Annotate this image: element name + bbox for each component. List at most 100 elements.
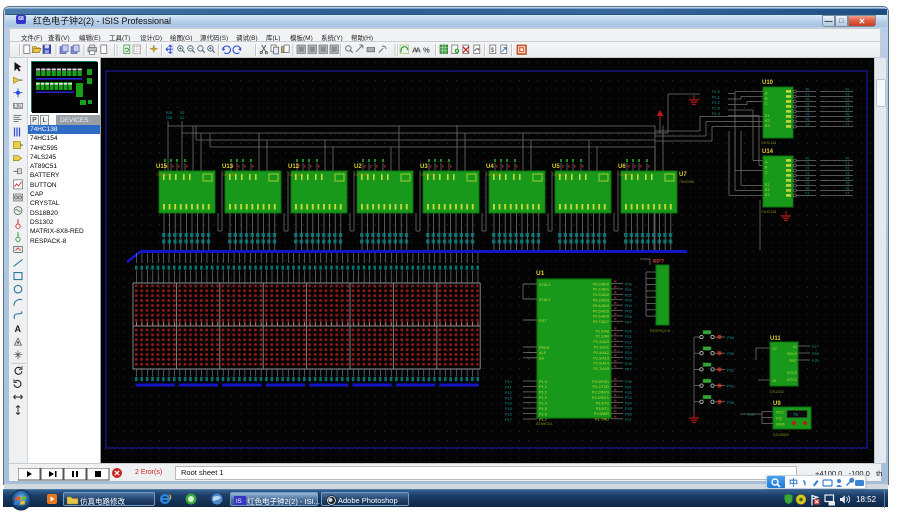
svg-text:DS1302: DS1302 — [770, 390, 784, 394]
svg-text:E2: E2 — [765, 188, 770, 192]
svg-text:P05: P05 — [625, 310, 632, 314]
svg-text:Y4: Y4 — [845, 177, 849, 181]
svg-text:P2.2/A10: P2.2/A10 — [593, 340, 609, 344]
svg-text:R2: R2 — [180, 111, 184, 115]
svg-text:P20: P20 — [625, 330, 632, 334]
svg-text:P2.5/A13: P2.5/A13 — [593, 356, 609, 360]
svg-text:P12: P12 — [505, 391, 512, 395]
svg-text:P1.1: P1.1 — [539, 385, 547, 389]
svg-text:P3.4/T0: P3.4/T0 — [596, 401, 609, 405]
svg-text:ALE: ALE — [539, 351, 547, 355]
svg-text:Y6: Y6 — [845, 187, 849, 191]
svg-text:U12: U12 — [288, 164, 300, 170]
svg-text:P0.3/AD3: P0.3/AD3 — [593, 299, 609, 303]
svg-text:P23: P23 — [625, 346, 632, 350]
svg-text:Y1: Y1 — [845, 93, 849, 97]
svg-text:Y1: Y1 — [805, 93, 809, 97]
svg-text:Y7: Y7 — [845, 192, 849, 196]
svg-text:75: 75 — [793, 412, 799, 417]
svg-text:E2: E2 — [765, 119, 770, 123]
svg-text:E3: E3 — [765, 193, 770, 197]
svg-text:Y0: Y0 — [805, 157, 809, 161]
svg-text:U6: U6 — [618, 164, 626, 170]
svg-text:Y4: Y4 — [805, 177, 809, 181]
svg-text:P21: P21 — [625, 335, 632, 339]
svg-text:E1: E1 — [765, 114, 770, 118]
svg-text:P37: P37 — [748, 412, 756, 417]
svg-text:Y2: Y2 — [845, 98, 849, 102]
svg-text:Y3: Y3 — [845, 172, 849, 176]
svg-text:P0.4/AD4: P0.4/AD4 — [593, 304, 609, 308]
svg-text:P3.6/WR: P3.6/WR — [594, 412, 609, 416]
svg-text:P33: P33 — [625, 396, 632, 400]
svg-text:P1.0: P1.0 — [539, 380, 547, 384]
svg-text:P2.1/A9: P2.1/A9 — [595, 335, 609, 339]
svg-text:U4: U4 — [486, 164, 494, 170]
svg-text:P03: P03 — [625, 299, 632, 303]
svg-text:A: A — [15, 324, 22, 334]
svg-text:Y6: Y6 — [845, 118, 849, 122]
svg-text:Y0: Y0 — [805, 88, 809, 92]
svg-text:C: C — [765, 171, 768, 175]
svg-text:Y3: Y3 — [845, 103, 849, 107]
svg-text:P0.0/AD0: P0.0/AD0 — [593, 282, 609, 286]
svg-text:Y3: Y3 — [805, 103, 809, 107]
svg-text:P2.4/A12: P2.4/A12 — [593, 351, 609, 355]
svg-text:P31: P31 — [727, 384, 735, 389]
svg-text:U14: U14 — [762, 149, 774, 155]
svg-text:P3.3/INT1: P3.3/INT1 — [592, 396, 609, 400]
svg-text:74HC138: 74HC138 — [761, 141, 776, 145]
svg-text:P1.5: P1.5 — [539, 407, 547, 411]
svg-text:U10: U10 — [762, 80, 774, 86]
svg-text:GND: GND — [776, 423, 785, 427]
svg-text:P07: P07 — [625, 320, 632, 324]
svg-text:P25: P25 — [812, 359, 819, 363]
svg-text:P1.2: P1.2 — [539, 391, 547, 395]
svg-text:P32: P32 — [625, 391, 632, 395]
svg-text:X2: X2 — [772, 347, 777, 351]
svg-text:D28: D28 — [166, 116, 172, 120]
svg-text:Y7: Y7 — [845, 123, 849, 127]
svg-text:P06: P06 — [625, 315, 632, 319]
svg-text:P1.6: P1.6 — [539, 412, 547, 416]
svg-text:IO: IO — [793, 345, 797, 349]
svg-text:Y3: Y3 — [805, 172, 809, 176]
svg-text:Y4: Y4 — [845, 108, 849, 112]
svg-text:P26: P26 — [812, 352, 819, 356]
svg-text:P10: P10 — [505, 380, 512, 384]
svg-text:U2: U2 — [354, 164, 362, 170]
svg-text:P32: P32 — [727, 367, 735, 372]
svg-text:VCC: VCC — [776, 411, 784, 415]
svg-text:P16: P16 — [505, 413, 512, 417]
svg-text:RP?: RP? — [653, 259, 665, 265]
svg-text:74HC596: 74HC596 — [679, 180, 694, 184]
svg-text:Y6: Y6 — [805, 187, 809, 191]
svg-text:DS18B20: DS18B20 — [773, 433, 789, 437]
svg-text:P24: P24 — [625, 351, 632, 355]
svg-text:P30: P30 — [625, 380, 632, 384]
svg-text:%: % — [423, 46, 430, 55]
svg-text:P13: P13 — [505, 396, 512, 400]
svg-text:P00: P00 — [625, 283, 632, 287]
svg-text:P31: P31 — [625, 385, 632, 389]
svg-text:P0.6/AD6: P0.6/AD6 — [593, 315, 609, 319]
svg-text:P37: P37 — [625, 418, 632, 422]
svg-text:P1.1: P1.1 — [712, 96, 720, 100]
svg-text:R28: R28 — [166, 111, 172, 115]
svg-text:U1: U1 — [536, 270, 545, 277]
svg-text:P33: P33 — [727, 351, 735, 356]
svg-text:P1.0: P1.0 — [712, 90, 720, 94]
svg-text:Y1: Y1 — [805, 162, 809, 166]
svg-text:Y7: Y7 — [805, 192, 809, 196]
svg-text:P22: P22 — [625, 340, 632, 344]
svg-text:P0.2/AD2: P0.2/AD2 — [593, 293, 609, 297]
svg-text:D2: D2 — [180, 116, 184, 120]
svg-text:XTAL1: XTAL1 — [539, 283, 550, 287]
svg-text:P01: P01 — [625, 288, 632, 292]
svg-text:A: A — [415, 46, 421, 55]
svg-text:P1.4: P1.4 — [712, 112, 720, 116]
svg-text:中: 中 — [789, 477, 798, 488]
svg-text:Y5: Y5 — [845, 182, 849, 186]
svg-text:P1.7: P1.7 — [539, 418, 547, 422]
svg-text:XTAL2: XTAL2 — [539, 298, 550, 302]
